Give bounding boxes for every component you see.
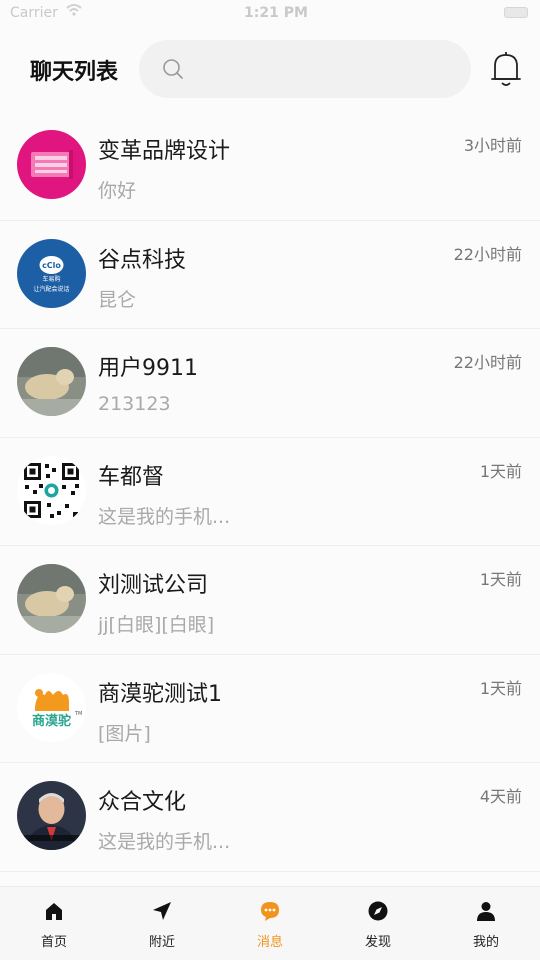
tab-home[interactable]: 首页 — [0, 887, 108, 960]
tab-messages[interactable]: 消息 — [216, 887, 324, 960]
status-time: 1:21 PM — [244, 5, 308, 21]
location-arrow-icon — [153, 902, 171, 920]
tab-discover[interactable]: 发现 — [324, 887, 432, 960]
chat-time: 4天前 — [479, 787, 522, 806]
tab-label: 发现 — [364, 935, 391, 950]
chat-item[interactable]: 刘测试公司 jj[白眼][白眼] 1天前 — [0, 546, 540, 655]
avatar — [17, 455, 86, 525]
chat-item[interactable]: cClo 车易购 让汽配会说话 谷点科技 昆仑 22小时前 — [0, 220, 540, 329]
home-icon — [46, 903, 62, 920]
user-icon — [477, 902, 495, 921]
chat-name: 刘测试公司 — [98, 573, 209, 598]
chat-list: 变革品牌设计 你好 3小时前 cClo 车易购 让汽配会说话 谷点科技 昆仑 2… — [0, 112, 540, 872]
trademark-text: TM — [74, 711, 82, 717]
chat-preview: jj[白眼][白眼] — [98, 614, 215, 636]
tab-me[interactable]: 我的 — [432, 887, 540, 960]
chat-name: 变革品牌设计 — [98, 139, 231, 164]
chat-time: 1天前 — [479, 461, 522, 481]
wifi-icon — [66, 3, 82, 21]
tab-label: 我的 — [472, 935, 499, 950]
page-title: 聊天列表 — [30, 60, 119, 85]
tab-bar: 首页 附近 消息 发现 我的 — [0, 886, 540, 960]
shangmotuo-logo-text: 商漠驼 — [32, 713, 71, 729]
tab-label: 消息 — [256, 935, 283, 950]
avatar — [17, 564, 86, 633]
chat-preview: 这是我的手机... — [98, 505, 231, 528]
tab-nearby[interactable]: 附近 — [108, 887, 216, 960]
chat-item[interactable]: 变革品牌设计 你好 3小时前 — [0, 112, 540, 221]
search-input[interactable] — [195, 40, 455, 98]
chat-time: 22小时前 — [453, 244, 522, 264]
tab-label: 首页 — [40, 935, 67, 950]
chat-item[interactable]: 商漠驼 TM 商漠驼测试1 [图片] 1天前 — [0, 654, 540, 763]
avatar — [17, 781, 86, 850]
chat-name: 商漠驼测试1 — [98, 681, 222, 707]
gudian-brand-text: 车易购 — [42, 275, 60, 283]
chat-item[interactable]: 众合文化 这是我的手机... 4天前 — [0, 763, 540, 872]
status-bar: Carrier 1:21 PM — [0, 0, 540, 28]
chat-time: 1天前 — [479, 570, 522, 589]
chat-name: 众合文化 — [98, 790, 187, 815]
chat-time: 22小时前 — [453, 353, 522, 372]
chat-time: 3小时前 — [463, 136, 522, 155]
gudian-slogan-text: 让汽配会说话 — [33, 285, 69, 293]
carrier-label: Carrier — [10, 5, 58, 21]
chat-preview: [图片] — [98, 722, 151, 745]
chat-name: 谷点科技 — [98, 247, 187, 273]
bell-icon[interactable] — [489, 50, 523, 88]
chat-item[interactable]: 车都督 这是我的手机... 1天前 — [0, 437, 540, 546]
svg-text:cClo: cClo — [42, 261, 61, 270]
battery-icon — [504, 7, 528, 18]
avatar: cClo 车易购 让汽配会说话 — [17, 238, 86, 308]
chat-name: 用户9911 — [98, 356, 198, 381]
chat-item[interactable]: 用户9911 213123 22小时前 — [0, 329, 540, 438]
avatar — [17, 347, 86, 416]
message-icon — [261, 902, 279, 921]
chat-preview: 213123 — [98, 393, 171, 415]
chat-preview: 这是我的手机... — [98, 831, 231, 853]
chat-name: 车都督 — [98, 464, 165, 490]
chat-preview: 你好 — [98, 180, 137, 202]
chat-preview: 昆仑 — [98, 288, 137, 311]
avatar: 商漠驼 TM — [17, 672, 86, 742]
compass-icon — [368, 901, 388, 921]
chat-time: 1天前 — [479, 678, 522, 698]
search-icon — [163, 59, 183, 79]
tab-label: 附近 — [148, 935, 175, 950]
avatar — [17, 130, 86, 199]
header: 聊天列表 — [0, 28, 540, 112]
search-box[interactable] — [139, 40, 471, 98]
